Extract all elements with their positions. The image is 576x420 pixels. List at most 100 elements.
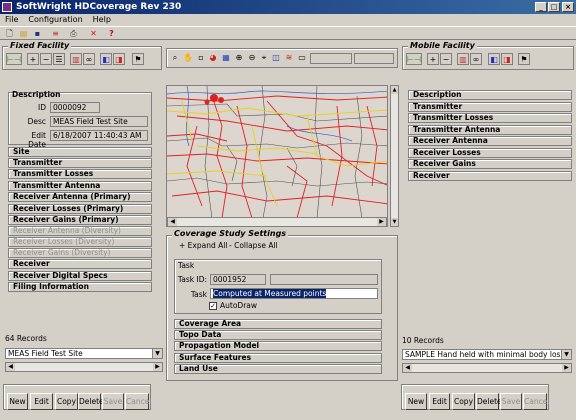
fixed-section-transmitter-antenna[interactable]: Transmitter Antenna xyxy=(8,181,152,191)
binoculars-icon[interactable]: ∞ xyxy=(470,53,482,65)
menu-file[interactable]: File xyxy=(0,15,23,24)
mobile-section-receiver-losses[interactable]: Receiver Losses xyxy=(408,147,572,158)
menu-configuration[interactable]: Configuration xyxy=(23,15,87,24)
select-icon[interactable]: ▫ xyxy=(195,52,207,64)
mobile-section-receiver[interactable]: Receiver xyxy=(408,170,572,181)
books-icon[interactable]: ▥ xyxy=(70,53,82,65)
mobile-section-transmitter-antenna[interactable]: Transmitter Antenna xyxy=(408,124,572,135)
scroll-right-icon[interactable]: ▶ xyxy=(153,363,162,371)
fixed-section-site[interactable]: Site xyxy=(8,147,152,157)
maximize-button[interactable]: □ xyxy=(548,2,560,12)
mobile-section-transmitter[interactable]: Transmitter xyxy=(408,101,572,112)
collapse-all-link[interactable]: - Collapse All xyxy=(229,241,278,250)
mobile-copy-button[interactable]: Copy xyxy=(452,393,475,410)
task-header[interactable]: Task xyxy=(178,261,194,270)
fixed-section-receiver-losses-primary[interactable]: Receiver Losses (Primary) xyxy=(8,204,152,214)
import-icon[interactable]: ◨ xyxy=(113,53,125,65)
delete-x-icon[interactable]: ✕ xyxy=(87,28,100,40)
scroll-right-icon[interactable]: ▶ xyxy=(377,218,386,226)
fixed-new-button[interactable]: New xyxy=(7,393,28,410)
mobile-section-receiver-gains[interactable]: Receiver Gains xyxy=(408,159,572,169)
study-section-coverage-area[interactable]: Coverage Area xyxy=(174,319,382,329)
fixed-section-receiver-digital-specs[interactable]: Receiver Digital Specs xyxy=(8,271,152,281)
mobile-facility-select[interactable]: SAMPLE Hand held with minimal body losse… xyxy=(402,349,572,360)
fixed-edit-button[interactable]: Edit xyxy=(30,393,53,410)
mobile-save-button[interactable]: Save xyxy=(500,393,522,410)
study-section-propagation-model[interactable]: Propagation Model xyxy=(174,341,382,352)
fixed-section-receiver-gains-diversity[interactable]: Receiver Gains (Diversity) xyxy=(8,248,152,258)
fixed-cancel-button[interactable]: Cancel xyxy=(125,393,151,410)
menu-help[interactable]: Help xyxy=(88,15,116,24)
import-icon[interactable]: ◨ xyxy=(501,53,513,65)
measure-icon[interactable]: ⌖ xyxy=(258,52,270,64)
mobile-new-button[interactable]: New xyxy=(405,393,427,410)
list-icon[interactable]: ☰ xyxy=(53,53,65,65)
expand-all-link[interactable]: + Expand All xyxy=(179,241,227,250)
fixed-section-receiver-losses-diversity[interactable]: Receiver Losses (Diversity) xyxy=(8,237,152,247)
remove-icon[interactable]: − xyxy=(440,53,452,65)
study-section-surface-features[interactable]: Surface Features xyxy=(174,352,382,363)
fixed-hscroll[interactable]: ◀ ▶ xyxy=(5,362,163,372)
mobile-section-transmitter-losses[interactable]: Transmitter Losses xyxy=(408,113,572,123)
fixed-save-button[interactable]: Save xyxy=(102,393,124,410)
fixed-section-filing-information[interactable]: Filing Information xyxy=(8,282,152,292)
minimize-button[interactable]: _ xyxy=(535,2,547,12)
study-section-land-use[interactable]: Land Use xyxy=(174,363,382,374)
study-section-topo-data[interactable]: Topo Data xyxy=(174,330,382,341)
scroll-up-icon[interactable]: ▲ xyxy=(391,86,398,94)
autodraw-checkbox[interactable]: ✓ xyxy=(209,302,217,310)
remove-icon[interactable]: − xyxy=(40,53,52,65)
settings-icon[interactable]: ⚑ xyxy=(518,53,530,65)
desc-field[interactable]: MEAS Field Test Site xyxy=(50,116,148,127)
export-icon[interactable]: ◧ xyxy=(488,53,500,65)
task-id-field[interactable]: 0001952 xyxy=(210,274,266,285)
open-folder-icon[interactable]: ▤ xyxy=(17,28,30,40)
map-vscroll[interactable]: ▲ ▼ xyxy=(390,85,399,227)
zoom-in-icon[interactable]: ⊕ xyxy=(233,52,245,64)
help-icon[interactable]: ? xyxy=(105,28,118,40)
coverage-map[interactable]: ◀ ▶ xyxy=(166,85,388,227)
map-hscroll[interactable]: ◀ ▶ xyxy=(167,217,387,226)
binoculars-icon[interactable]: ∞ xyxy=(83,53,95,65)
print-icon[interactable]: ⎙ xyxy=(67,28,80,40)
books-icon[interactable]: ▥ xyxy=(457,53,469,65)
settings-icon[interactable]: ⚑ xyxy=(132,53,144,65)
fixed-section-receiver-antenna-primary[interactable]: Receiver Antenna (Primary) xyxy=(8,192,152,202)
zoom-icon[interactable]: ⌕ xyxy=(169,52,181,64)
close-button[interactable]: × xyxy=(562,2,574,12)
zoom-out-icon[interactable]: ⊖ xyxy=(246,52,258,64)
scroll-left-icon[interactable]: ◀ xyxy=(403,364,412,372)
mobile-edit-button[interactable]: Edit xyxy=(429,393,450,410)
fixed-section-transmitter[interactable]: Transmitter xyxy=(8,158,152,168)
fixed-copy-button[interactable]: Copy xyxy=(55,393,78,410)
edit-date-field[interactable]: 6/18/2007 11:40:43 AM xyxy=(50,130,148,141)
map-canvas[interactable] xyxy=(167,86,388,219)
export-icon[interactable]: ◧ xyxy=(100,53,112,65)
id-field[interactable]: 0000092 xyxy=(50,102,100,113)
task-name-input[interactable]: Computed at Measured points xyxy=(210,288,378,299)
pan-hand-icon[interactable]: ✋ xyxy=(182,52,194,64)
fixed-facility-select[interactable]: MEAS Field Test Site ▼ xyxy=(5,348,163,359)
new-file-icon[interactable]: 🗋 xyxy=(3,28,16,40)
fixed-section-receiver[interactable]: Receiver xyxy=(8,259,152,269)
fixed-delete-button[interactable]: Delete xyxy=(78,393,104,410)
mobile-delete-button[interactable]: Delete xyxy=(476,393,502,410)
description-header[interactable]: Description xyxy=(8,91,152,101)
fixed-section-transmitter-losses[interactable]: Transmitter Losses xyxy=(8,169,152,179)
save-disk-icon[interactable]: ▪ xyxy=(31,28,44,40)
chevron-down-icon[interactable]: ▼ xyxy=(152,349,162,358)
layers-icon[interactable]: ◫ xyxy=(270,52,282,64)
chart-icon[interactable]: ≡ xyxy=(49,28,62,40)
color-wheel-icon[interactable]: ◕ xyxy=(207,52,219,64)
fixed-section-receiver-gains-primary[interactable]: Receiver Gains (Primary) xyxy=(8,215,152,225)
scroll-left-icon[interactable]: ◀ xyxy=(6,363,15,371)
add-icon[interactable]: + xyxy=(27,53,39,65)
chevron-down-icon[interactable]: ▼ xyxy=(561,350,571,359)
fixed-section-receiver-antenna-diversity[interactable]: Receiver Antenna (Diversity) xyxy=(8,226,152,236)
grid-icon[interactable]: ▦ xyxy=(220,52,232,64)
mobile-cancel-button[interactable]: Cancel xyxy=(523,393,549,410)
link-icon[interactable]: ⊢⊣ xyxy=(6,53,22,65)
scroll-left-icon[interactable]: ◀ xyxy=(168,218,177,226)
mobile-hscroll[interactable]: ◀ ▶ xyxy=(402,363,572,373)
ruler-icon[interactable]: ▭ xyxy=(296,52,308,64)
